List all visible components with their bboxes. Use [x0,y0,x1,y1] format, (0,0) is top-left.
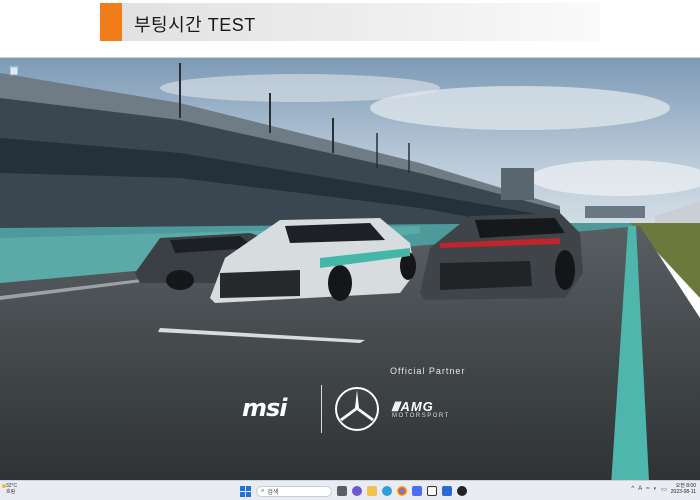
chrome-icon[interactable] [397,486,407,496]
clock[interactable]: 오전 8:00 2023-08-11 [671,483,696,495]
recycle-bin-icon[interactable] [8,64,20,76]
xbox-icon[interactable] [457,486,467,496]
notion-icon[interactable] [427,486,437,496]
official-partner-label: Official Partner [390,366,466,376]
wifi-icon[interactable]: ≈ [646,486,649,492]
app-icon-blue[interactable] [442,486,452,496]
title-accent-bar [100,3,122,41]
logo-divider [321,385,322,433]
motorsport-label: MOTORSPORT [392,413,450,419]
edge-icon[interactable] [382,486,392,496]
amg-stripes-icon: //// [392,399,401,414]
amg-logo: ////AMG [392,399,434,414]
tray-chevron-icon[interactable]: ^ [631,486,634,492]
msi-logo: msi [242,394,288,422]
page-title: 부팅시간 TEST [134,15,256,35]
title-banner: 부팅시간 TEST [100,3,600,41]
search-icon: ⌕ [261,487,265,494]
weather-widget[interactable]: 32°C 흐림 [6,483,17,495]
amg-text: AMG [400,399,434,414]
clock-date: 2023-08-11 [670,489,696,495]
battery-icon[interactable]: ▭ [661,486,667,493]
taskbar: 32°C 흐림 ⌕ 검색 ^ A ≈ ◐ ▭ 오전 8:00 2023-08-1… [0,480,700,500]
system-tray: ^ A ≈ ◐ ▭ 오전 8:00 2023-08-11 [631,483,696,495]
store-icon[interactable] [412,486,422,496]
mercedes-star-icon [335,387,379,431]
desktop-screenshot: Official Partner msi ////AMG MOTORSPORT … [0,57,700,500]
input-language[interactable]: A [638,486,642,492]
search-placeholder: 검색 [267,489,279,496]
task-view-icon[interactable] [337,486,347,496]
chat-icon[interactable] [352,486,362,496]
taskbar-center: ⌕ 검색 [240,484,467,498]
file-explorer-icon[interactable] [367,486,377,496]
wallpaper-image [0,58,700,500]
weather-desc: 흐림 [6,489,16,495]
taskbar-search-input[interactable]: ⌕ 검색 [256,485,332,497]
windows-start-icon[interactable] [240,485,251,497]
volume-icon[interactable]: ◐ [653,486,657,492]
